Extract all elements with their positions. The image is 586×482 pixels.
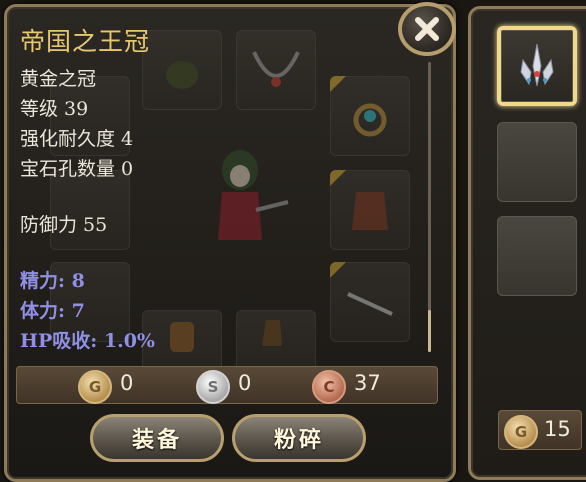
equip-slot-ring[interactable] (330, 76, 410, 156)
currency-bar: G 0 S 0 C 37 (16, 366, 438, 404)
silver-coin-icon: S (196, 370, 230, 404)
equip-slot-helmet[interactable] (142, 30, 222, 110)
crown-icon (520, 43, 554, 87)
item-stat-stamina: 体力: 7 (20, 300, 85, 322)
tooltip-scroll-thumb[interactable] (428, 310, 431, 352)
necklace-icon (252, 51, 300, 87)
item-durability: 强化耐久度 4 (20, 128, 134, 150)
item-title: 帝国之王冠 (20, 27, 151, 56)
inventory-slot-empty[interactable] (497, 122, 577, 202)
smash-button[interactable]: 粉碎 (232, 414, 366, 462)
copper-coin-icon: C (312, 370, 346, 404)
item-defense: 防御力 55 (20, 214, 108, 236)
boots-icon (262, 320, 282, 346)
copper-amount: 37 (354, 371, 381, 395)
close-button[interactable] (398, 2, 456, 56)
equip-slot-armor[interactable] (330, 170, 410, 250)
equip-slot-necklace[interactable] (236, 30, 316, 110)
close-icon (415, 17, 439, 41)
tooltip-scrollbar[interactable] (428, 62, 431, 352)
slot-corner-marker (330, 76, 346, 92)
slot-corner-marker (330, 262, 346, 278)
equip-slot-weapon[interactable] (330, 262, 410, 342)
item-gem-slots: 宝石孔数量 0 (20, 158, 134, 180)
helmet-icon (166, 61, 198, 89)
gold-coin-icon: G (504, 415, 538, 449)
item-stat-hp-absorb: HP吸收: 1.0% (20, 330, 155, 352)
gold-coin-icon: G (78, 370, 112, 404)
inventory-slot-empty[interactable] (497, 216, 577, 296)
character-figure (218, 150, 289, 240)
side-gold-amount: 15 (544, 417, 571, 441)
item-name: 黄金之冠 (20, 68, 97, 90)
inventory-slot-selected[interactable] (497, 26, 577, 106)
silver-amount: 0 (238, 371, 252, 395)
item-level: 等级 39 (20, 98, 89, 120)
side-gold-display: G 15 (498, 410, 582, 450)
equip-button[interactable]: 装备 (90, 414, 224, 462)
item-stat-spirit: 精力: 8 (20, 270, 85, 292)
slot-corner-marker (330, 170, 346, 186)
gold-amount: 0 (120, 371, 134, 395)
